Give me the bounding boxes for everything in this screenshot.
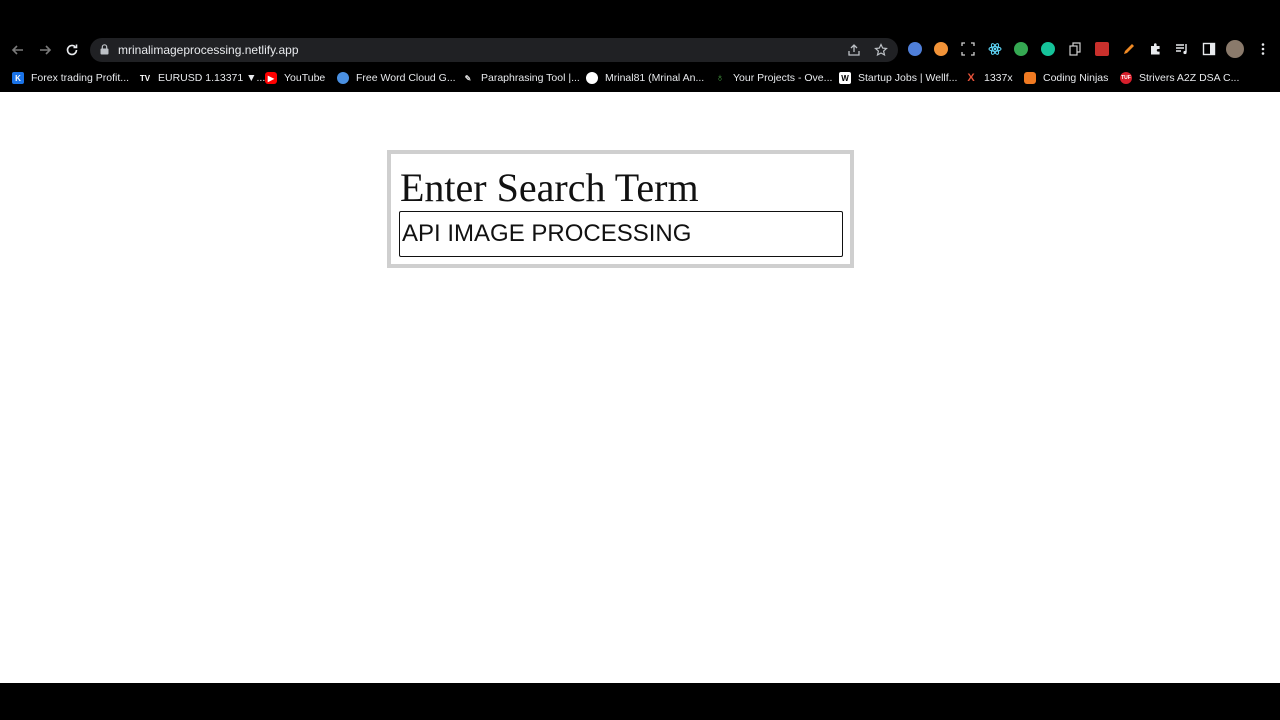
address-bar[interactable]: mrinalimageprocessing.netlify.app — [90, 38, 898, 62]
reload-button[interactable] — [62, 40, 82, 60]
youtube-icon: ▶ — [265, 72, 277, 84]
reload-icon — [66, 44, 78, 56]
back-arrow-icon — [11, 45, 23, 55]
lock-icon — [100, 44, 109, 55]
github-icon — [586, 72, 598, 84]
bookmark-item[interactable]: K Forex trading Profit... — [12, 70, 129, 86]
overleaf-icon: ♁ — [715, 72, 725, 84]
bookmark-item[interactable]: Coding Ninjas — [1024, 70, 1108, 86]
back-button[interactable] — [8, 40, 28, 60]
browser-toolbar: mrinalimageprocessing.netlify.app — [0, 37, 1280, 63]
search-input[interactable] — [399, 211, 843, 257]
bookmark-item[interactable]: ▶ YouTube — [265, 70, 325, 86]
forward-button[interactable] — [35, 40, 55, 60]
copy-extension-icon[interactable] — [1068, 42, 1082, 56]
page-viewport: Enter Search Term — [0, 92, 1280, 683]
media-control-icon[interactable] — [1175, 42, 1189, 56]
quill-icon: ✎ — [464, 73, 472, 83]
bookmark-item[interactable]: Free Word Cloud G... — [337, 70, 456, 86]
tradingview-icon: TV — [139, 73, 151, 83]
extension-2-icon[interactable] — [934, 42, 948, 56]
extension-badge-icon[interactable] — [1095, 42, 1109, 56]
bookmark-item[interactable]: TUF Strivers A2Z DSA C... — [1120, 70, 1239, 86]
bookmark-item[interactable]: Mrinal81 (Mrinal An... — [586, 70, 704, 86]
puzzle-extensions-icon[interactable] — [1148, 42, 1162, 56]
grammarly-icon[interactable] — [1041, 42, 1055, 56]
extension-1-icon[interactable] — [908, 42, 922, 56]
pen-extension-icon[interactable] — [1122, 42, 1136, 56]
x-icon: X — [967, 72, 975, 84]
share-icon[interactable] — [847, 43, 861, 57]
extension-green-icon[interactable] — [1014, 42, 1028, 56]
screenshot-extension-icon[interactable] — [961, 42, 975, 56]
wordcloud-icon — [337, 72, 349, 84]
search-card: Enter Search Term — [387, 150, 854, 268]
bookmark-item[interactable]: ♁ Your Projects - Ove... — [714, 70, 833, 86]
bookmark-star-icon[interactable] — [874, 43, 888, 57]
forex-icon: K — [12, 72, 24, 84]
forward-arrow-icon — [40, 45, 52, 55]
search-heading: Enter Search Term — [400, 165, 699, 210]
side-panel-icon[interactable] — [1202, 42, 1216, 56]
wellfound-icon: W — [839, 72, 851, 84]
url-text: mrinalimageprocessing.netlify.app — [118, 43, 299, 57]
bookmark-item[interactable]: W Startup Jobs | Wellf... — [839, 70, 957, 86]
react-devtools-icon[interactable] — [988, 42, 1002, 56]
codingninjas-icon — [1024, 72, 1036, 84]
bookmark-item[interactable]: X 1337x — [965, 70, 1012, 86]
window-bottom-strip — [0, 683, 1280, 720]
window-top-strip — [0, 0, 1280, 37]
tuf-icon: TUF — [1120, 72, 1132, 84]
more-menu-icon[interactable] — [1256, 42, 1270, 56]
bookmarks-bar: K Forex trading Profit... TV EURUSD 1.1337… — [0, 64, 1280, 92]
bookmark-item[interactable]: ✎ Paraphrasing Tool |... — [462, 70, 580, 86]
bookmark-item[interactable]: TV EURUSD 1.13371 ▼... — [139, 70, 265, 86]
profile-avatar[interactable] — [1226, 40, 1244, 58]
